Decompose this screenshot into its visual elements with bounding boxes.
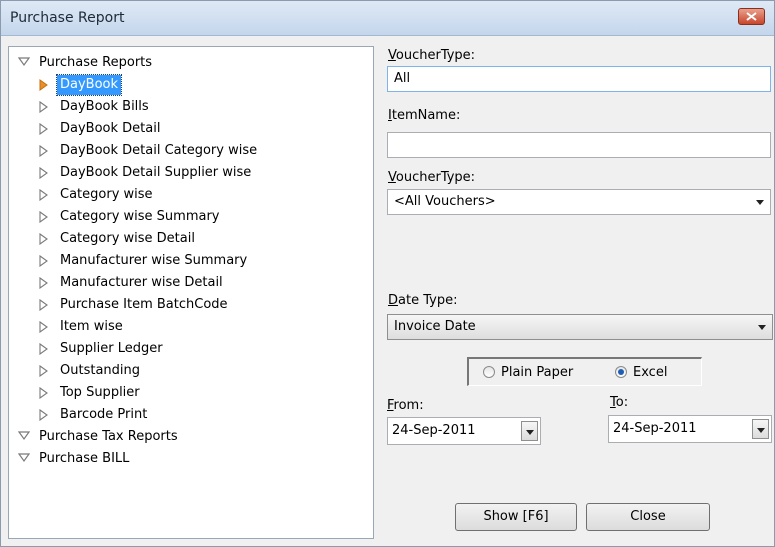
voucher-type2-label-text: oucherType:: [395, 170, 476, 185]
tree-item-label: DayBook: [55, 74, 123, 96]
tree-item-label: Manufacturer wise Summary: [60, 253, 248, 268]
tree-item-label: DayBook Bills: [60, 99, 149, 114]
excel-label: Excel: [633, 365, 668, 380]
to-label-text: o:: [615, 395, 629, 410]
item-name-field[interactable]: [387, 132, 771, 158]
leaf-arrow-icon: [39, 299, 48, 311]
tree-item-label: Item wise: [60, 319, 123, 334]
leaf-arrow-icon: [39, 343, 48, 355]
client-area: Purchase Reports DayBook DayBook Bills D…: [1, 36, 774, 546]
leaf-arrow-icon: [39, 365, 48, 377]
tree-item-label: Outstanding: [60, 363, 140, 378]
from-date-dropdown-button[interactable]: [521, 421, 538, 441]
voucher-type2-accel: V: [388, 170, 396, 185]
tree-item-label: Category wise Detail: [60, 231, 195, 246]
leaf-arrow-icon: [39, 123, 48, 135]
radio-checked-icon: [615, 366, 627, 378]
expanded-arrow-icon: [18, 431, 30, 441]
tree-item-label: Category wise: [60, 187, 153, 202]
tree-item-label: Purchase Item BatchCode: [60, 297, 228, 312]
voucher-type-dropdown-value: <All Vouchers>: [394, 194, 496, 209]
item-name-label: ItemName:: [388, 108, 460, 123]
tree-item-label: DayBook Detail: [60, 121, 161, 136]
from-label-text: rom:: [393, 398, 424, 413]
from-label: From:: [387, 398, 424, 413]
tree-group-label: Purchase BILL: [39, 451, 130, 466]
show-button[interactable]: Show [F6]: [455, 503, 577, 531]
report-tree[interactable]: Purchase Reports DayBook DayBook Bills D…: [8, 46, 374, 539]
purchase-report-window: Purchase Report Purchase Reports DayBook…: [0, 0, 775, 547]
leaf-arrow-icon: [39, 233, 48, 245]
expanded-arrow-icon: [18, 57, 30, 67]
voucher-type-dropdown[interactable]: <All Vouchers>: [387, 189, 771, 215]
voucher-type-field[interactable]: All: [387, 66, 771, 92]
voucher-type-label-text: oucherType:: [395, 48, 476, 63]
tree-item-label: Barcode Print: [60, 407, 148, 422]
date-type-dropdown-value: Invoice Date: [394, 319, 476, 334]
leaf-arrow-icon: [39, 409, 48, 421]
dropdown-arrow-icon: [758, 325, 766, 330]
leaf-arrow-icon: [39, 189, 48, 201]
tree-group-label: Purchase Tax Reports: [39, 429, 178, 444]
voucher-type2-label: VoucherType:: [388, 170, 475, 185]
tree-item-label: Supplier Ledger: [60, 341, 163, 356]
to-date-picker[interactable]: 24-Sep-2011: [608, 415, 772, 443]
expanded-arrow-icon: [18, 453, 30, 463]
date-type-dropdown[interactable]: Invoice Date: [387, 314, 773, 340]
close-icon: [746, 12, 757, 21]
leaf-arrow-icon: [39, 387, 48, 399]
plain-paper-label: Plain Paper: [501, 365, 574, 380]
selected-leaf-arrow-icon: [39, 79, 48, 91]
voucher-type-label: VoucherType:: [388, 48, 475, 63]
date-type-label-text: ate Type:: [398, 293, 458, 308]
leaf-arrow-icon: [39, 145, 48, 157]
leaf-arrow-icon: [39, 211, 48, 223]
title-bar[interactable]: Purchase Report: [1, 1, 774, 36]
leaf-arrow-icon: [39, 101, 48, 113]
to-label: To:: [610, 395, 628, 410]
tree-item-label: Manufacturer wise Detail: [60, 275, 223, 290]
tree-group-label: Purchase Reports: [39, 55, 153, 70]
radio-unchecked-icon: [483, 366, 495, 378]
item-name-label-text: temName:: [391, 108, 461, 123]
date-type-accel: D: [388, 293, 399, 308]
tree-item-label: Category wise Summary: [60, 209, 220, 224]
to-date-value: 24-Sep-2011: [613, 421, 697, 436]
output-format-group: Plain Paper Excel: [467, 357, 702, 386]
from-date-picker[interactable]: 24-Sep-2011: [387, 417, 541, 445]
leaf-arrow-icon: [39, 321, 48, 333]
leaf-arrow-icon: [39, 277, 48, 289]
leaf-arrow-icon: [39, 167, 48, 179]
dropdown-arrow-icon: [756, 200, 764, 205]
from-date-value: 24-Sep-2011: [392, 423, 476, 438]
close-button[interactable]: Close: [586, 503, 710, 531]
date-type-label: Date Type:: [388, 293, 457, 308]
window-close-button[interactable]: [738, 8, 765, 25]
leaf-arrow-icon: [39, 255, 48, 267]
tree-item-label: DayBook Detail Supplier wise: [60, 165, 252, 180]
to-date-dropdown-button[interactable]: [752, 419, 769, 439]
tree-item-label: DayBook Detail Category wise: [60, 143, 258, 158]
tree-item-label: Top Supplier: [60, 385, 140, 400]
window-title: Purchase Report: [10, 10, 125, 26]
voucher-type-accel: V: [388, 48, 396, 63]
